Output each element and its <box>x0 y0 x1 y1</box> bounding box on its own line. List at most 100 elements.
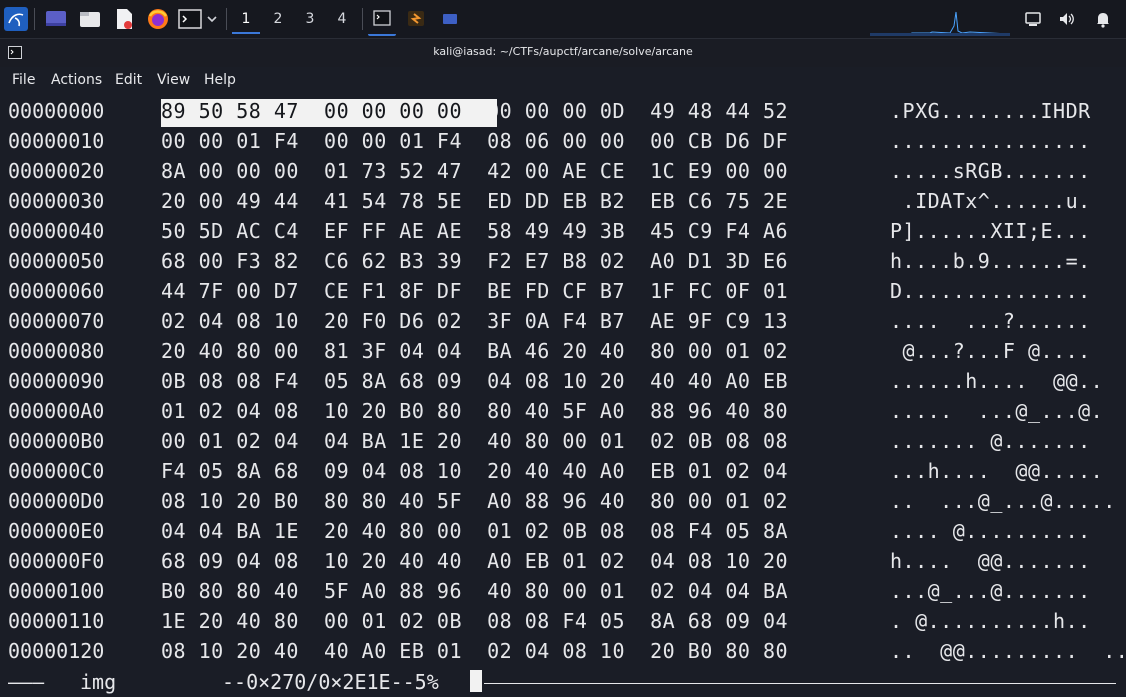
volume-icon[interactable] <box>1058 10 1076 28</box>
row-ascii[interactable]: .....sRGB....... <box>890 159 1091 183</box>
terminal-icon <box>373 10 391 26</box>
row-address: 000000B0 <box>8 429 105 453</box>
terminal-launcher-icon[interactable] <box>178 7 202 31</box>
menu-help[interactable]: Help <box>204 72 236 88</box>
row-bytes[interactable]: 44 7F 00 D7 CE F1 8F DF BE FD CF B7 1F F… <box>161 279 788 303</box>
row-address: 00000120 <box>8 639 105 663</box>
panel-separator <box>226 8 227 30</box>
row-bytes[interactable]: 20 40 80 00 81 3F 04 04 BA 46 20 40 80 0… <box>161 339 788 363</box>
menu-actions[interactable]: Actions <box>51 72 102 88</box>
firefox-icon[interactable] <box>146 7 170 31</box>
row-address: 000000C0 <box>8 459 105 483</box>
row-address: 00000090 <box>8 369 105 393</box>
menu-file[interactable]: File <box>12 72 35 88</box>
window-titlebar[interactable]: kali@iasad: ~/CTFs/aupctf/arcane/solve/a… <box>0 39 1126 67</box>
row-ascii[interactable]: .. ...@_...@..... <box>890 489 1116 513</box>
row-bytes[interactable]: 50 5D AC C4 EF FF AE AE 58 49 49 3B 45 C… <box>161 219 788 243</box>
status-dashes: ——— <box>8 670 45 694</box>
row-ascii[interactable]: .... @.......... <box>890 519 1091 543</box>
row-bytes[interactable]: 00 00 01 F4 00 00 01 F4 08 06 00 00 00 C… <box>161 129 788 153</box>
hex-row[interactable]: 00000010 00 00 01 F4 00 00 01 F4 08 06 00… <box>0 129 1126 159</box>
row-bytes[interactable]: 01 02 04 08 10 20 B0 80 80 40 5F A0 88 9… <box>161 399 788 423</box>
row-address: 00000100 <box>8 579 105 603</box>
row-bytes[interactable]: F4 05 8A 68 09 04 08 10 20 40 40 A0 EB 0… <box>161 459 788 483</box>
row-ascii[interactable]: . @..........h.. <box>890 609 1091 633</box>
row-bytes[interactable]: 00 01 02 04 04 BA 1E 20 40 80 00 01 02 0… <box>161 429 788 453</box>
row-ascii[interactable]: @...?...F @.... <box>890 339 1091 363</box>
notification-bell-icon[interactable] <box>1094 10 1112 28</box>
highlighted-bytes: 89 50 58 47 00 00 00 00 <box>161 99 462 123</box>
row-address: 00000070 <box>8 309 105 333</box>
hex-row[interactable]: 000000E0 04 04 BA 1E 20 40 80 00 01 02 0B… <box>0 519 1126 549</box>
row-ascii[interactable]: P]......XII;E... <box>890 219 1091 243</box>
workspace-3[interactable]: 3 <box>296 6 324 32</box>
row-ascii[interactable]: ...h.... @@..... <box>890 459 1103 483</box>
status-line: ——— img --0×270/0×2E1E--5% <box>0 668 1126 697</box>
hex-row[interactable]: 000000B0 00 01 02 04 04 BA 1E 20 40 80 00… <box>0 429 1126 459</box>
row-ascii[interactable]: h....b.9......=. <box>890 249 1091 273</box>
hex-row[interactable]: 00000060 44 7F 00 D7 CE F1 8F DF BE FD CF… <box>0 279 1126 309</box>
row-bytes[interactable]: 20 00 49 44 41 54 78 5E ED DD EB B2 EB C… <box>161 189 788 213</box>
hex-row[interactable]: 00000090 0B 08 08 F4 05 8A 68 09 04 08 10… <box>0 369 1126 399</box>
hex-row[interactable]: 000000D0 08 10 20 B0 80 80 40 5F A0 88 96… <box>0 489 1126 519</box>
file-manager-icon[interactable] <box>78 7 102 31</box>
hex-row[interactable]: 000000A0 01 02 04 08 10 20 B0 80 80 40 5F… <box>0 399 1126 429</box>
row-ascii[interactable]: ................ <box>890 129 1091 153</box>
taskbar-burp-window[interactable] <box>402 6 430 34</box>
row-bytes[interactable]: 08 10 20 40 40 A0 EB 01 02 04 08 10 20 B… <box>161 639 788 663</box>
hex-row[interactable]: 00000110 1E 20 40 80 00 01 02 0B 08 08 F4… <box>0 609 1126 639</box>
workspace-1[interactable]: 1 <box>232 6 260 34</box>
workspace-2[interactable]: 2 <box>264 6 292 32</box>
hex-row[interactable]: 00000080 20 40 80 00 81 3F 04 04 BA 46 20… <box>0 339 1126 369</box>
row-bytes[interactable]: 04 04 BA 1E 20 40 80 00 01 02 0B 08 08 F… <box>161 519 788 543</box>
menu-edit[interactable]: Edit <box>115 72 142 88</box>
hex-row[interactable]: 00000030 20 00 49 44 41 54 78 5E ED DD EB… <box>0 189 1126 219</box>
row-ascii[interactable]: ...@_...@....... <box>890 579 1091 603</box>
row-bytes[interactable]: B0 80 80 40 5F A0 88 96 40 80 00 01 02 0… <box>161 579 788 603</box>
row-bytes[interactable]: 08 10 20 B0 80 80 40 5F A0 88 96 40 80 0… <box>161 489 788 513</box>
hex-row[interactable]: 000000C0 F4 05 8A 68 09 04 08 10 20 40 40… <box>0 459 1126 489</box>
hex-row[interactable]: 00000050 68 00 F3 82 C6 62 B3 39 F2 E7 B8… <box>0 249 1126 279</box>
row-bytes[interactable]: 02 04 08 10 20 F0 D6 02 3F 0A F4 B7 AE 9… <box>161 309 788 333</box>
hex-row[interactable]: 00000020 8A 00 00 00 01 73 52 47 42 00 AE… <box>0 159 1126 189</box>
display-icon[interactable] <box>1024 10 1042 28</box>
taskbar-terminal-window[interactable] <box>368 6 396 36</box>
hex-row[interactable]: 00000120 08 10 20 40 40 A0 EB 01 02 04 08… <box>0 639 1126 669</box>
row-ascii[interactable]: .IDATx^......u. <box>890 189 1091 213</box>
hex-editor-view[interactable]: 0000000089 50 58 47 00 00 00 00 00 00 00… <box>0 97 1126 667</box>
taskbar-app-window[interactable] <box>436 6 464 34</box>
row-ascii[interactable]: ....... @....... <box>890 429 1091 453</box>
row-address: 00000030 <box>8 189 105 213</box>
row-address: 000000F0 <box>8 549 105 573</box>
row-ascii[interactable]: ......h.... @@.. <box>890 369 1103 393</box>
row-address: 00000020 <box>8 159 105 183</box>
kali-menu-icon[interactable] <box>4 7 28 31</box>
status-filename: img <box>80 670 117 694</box>
menu-view[interactable]: View <box>157 72 190 88</box>
row-ascii[interactable]: .... ...?...... <box>890 309 1091 333</box>
row-bytes[interactable]: 68 00 F3 82 C6 62 B3 39 F2 E7 B8 02 A0 D… <box>161 249 788 273</box>
workspace-4[interactable]: 4 <box>328 6 356 32</box>
hex-row[interactable]: 00000070 02 04 08 10 20 F0 D6 02 3F 0A F4… <box>0 309 1126 339</box>
row-ascii[interactable]: .. @@......... ... <box>890 639 1126 663</box>
text-editor-icon[interactable] <box>112 7 136 31</box>
panel-separator <box>34 8 35 30</box>
row-ascii[interactable]: D............... <box>890 279 1091 303</box>
row-address: 00000050 <box>8 249 105 273</box>
burp-icon <box>408 11 424 26</box>
row-ascii[interactable]: ..... ...@_...@. <box>890 399 1103 423</box>
row-bytes[interactable]: 68 09 04 08 10 20 40 40 A0 EB 01 02 04 0… <box>161 549 788 573</box>
row-bytes[interactable]: 8A 00 00 00 01 73 52 47 42 00 AE CE 1C E… <box>161 159 788 183</box>
show-desktop-icon[interactable] <box>44 7 68 31</box>
cpu-graph <box>870 4 1011 36</box>
hex-row[interactable]: 00000100 B0 80 80 40 5F A0 88 96 40 80 00… <box>0 579 1126 609</box>
window-title: kali@iasad: ~/CTFs/aupctf/arcane/solve/a… <box>433 45 693 58</box>
row-address: 000000A0 <box>8 399 105 423</box>
row-address: 00000010 <box>8 129 105 153</box>
row-bytes[interactable]: 0B 08 08 F4 05 8A 68 09 04 08 10 20 40 4… <box>161 369 788 393</box>
row-ascii[interactable]: h.... @@....... <box>890 549 1091 573</box>
hex-row[interactable]: 00000040 50 5D AC C4 EF FF AE AE 58 49 49… <box>0 219 1126 249</box>
row-ascii[interactable]: .PXG........IHDR <box>890 99 1091 123</box>
hex-row[interactable]: 000000F0 68 09 04 08 10 20 40 40 A0 EB 01… <box>0 549 1126 579</box>
row-bytes[interactable]: 1E 20 40 80 00 01 02 0B 08 08 F4 05 8A 6… <box>161 609 788 633</box>
